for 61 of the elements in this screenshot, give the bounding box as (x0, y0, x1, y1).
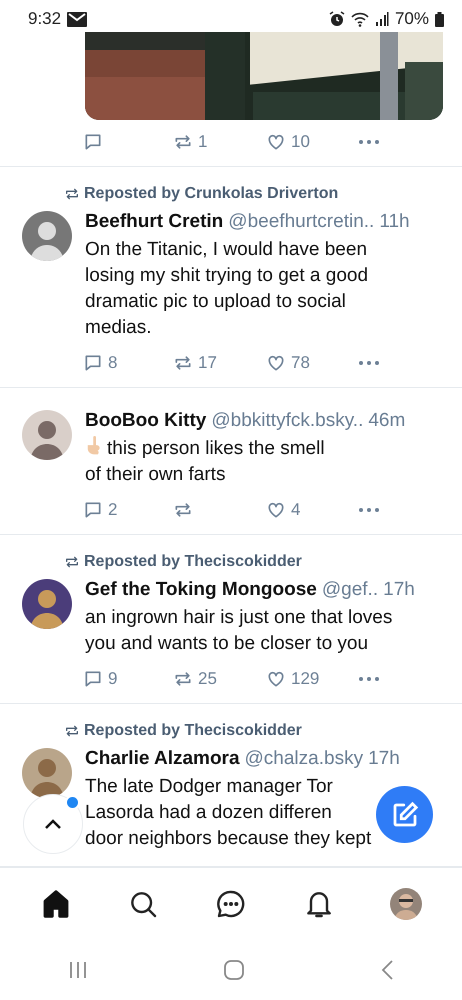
author-name[interactable]: Charlie Alzamora (85, 748, 240, 770)
author-handle[interactable]: @gef.. (322, 579, 378, 601)
like-button[interactable]: 4 (266, 500, 358, 520)
recent-apps-icon[interactable] (68, 960, 88, 980)
battery-icon (435, 12, 444, 26)
heart-icon (266, 132, 286, 152)
repost-button[interactable]: 1 (173, 132, 266, 152)
author-name[interactable]: Gef the Toking Mongoose (85, 579, 317, 601)
chevron-up-icon (43, 818, 63, 830)
mail-icon (67, 12, 88, 26)
repost-button[interactable]: 17 (173, 353, 266, 373)
post-time: 17h (383, 579, 415, 601)
chat-icon (214, 888, 247, 920)
speech-bubble-icon (83, 132, 103, 152)
speech-bubble-icon (83, 500, 103, 520)
repost-icon (64, 723, 80, 739)
author-handle[interactable]: @beefhurtcretin.. (228, 211, 374, 233)
post-text: an ingrown hair is just one that loves you and wants to be closer to you (85, 606, 392, 656)
more-icon (358, 507, 380, 513)
post-time: 11h (379, 211, 410, 233)
reposted-by-label[interactable]: Reposted by Theciscokidder (84, 722, 302, 740)
reposted-by-label[interactable]: Reposted by Crunkolas Driverton (84, 185, 338, 203)
reply-button[interactable]: 9 (83, 669, 173, 689)
more-icon (358, 139, 380, 145)
post-time: 17h (368, 748, 400, 770)
post-time: 46m (368, 410, 406, 432)
avatar[interactable] (22, 410, 72, 460)
like-button[interactable]: 78 (266, 353, 358, 373)
author-name[interactable]: Beefhurt Cretin (85, 211, 224, 233)
reposted-by-label[interactable]: Reposted by Theciscokidder (84, 553, 302, 571)
home-key-icon[interactable] (222, 959, 245, 981)
repost-button[interactable]: 25 (173, 669, 266, 689)
author-handle[interactable]: @chalza.bsky (244, 748, 364, 770)
avatar[interactable] (22, 748, 72, 798)
heart-icon (266, 669, 286, 689)
more-icon (358, 360, 380, 366)
author-handle[interactable]: @bbkittyfck.bsky.. (211, 410, 364, 432)
post-text: On the Titanic, I would have been losing my shit trying to get a good dramatic pic to upload to social medias. (85, 238, 368, 340)
alarm-icon (328, 11, 345, 27)
back-icon[interactable] (380, 959, 394, 981)
repost-icon (64, 554, 80, 570)
avatar[interactable] (22, 211, 72, 261)
speech-bubble-icon (83, 353, 103, 373)
speech-bubble-icon (83, 669, 103, 689)
battery-percentage: 70% (394, 9, 429, 29)
signal-icon (374, 12, 389, 26)
profile-avatar (390, 888, 422, 920)
wifi-icon (350, 12, 369, 26)
reply-button[interactable]: 2 (83, 500, 173, 520)
heart-icon (266, 500, 286, 520)
status-time: 9:32 (28, 9, 62, 29)
post-text: The late Dodger manager Tor Lasorda had a dozen differen door neighbors because they kept (85, 775, 372, 851)
more-icon (358, 676, 380, 682)
post-text: this person likes the smell of their own farts (85, 436, 325, 487)
heart-icon (266, 353, 286, 373)
avatar[interactable] (22, 579, 72, 629)
reply-button[interactable]: 8 (83, 353, 173, 373)
author-name[interactable]: BooBoo Kitty (85, 410, 206, 432)
like-button[interactable]: 10 (266, 132, 358, 152)
like-button[interactable]: 129 (266, 669, 358, 689)
repost-icon (64, 186, 80, 202)
